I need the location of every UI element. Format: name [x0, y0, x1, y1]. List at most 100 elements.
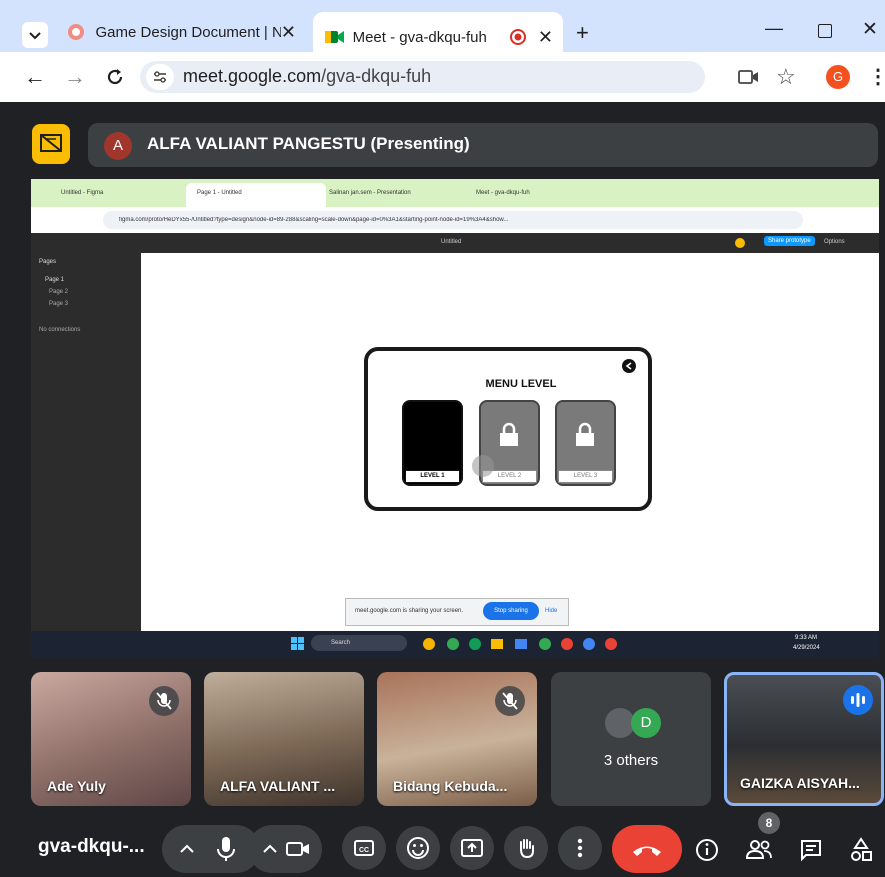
- minimize-button[interactable]: —: [765, 18, 783, 39]
- participant-tile-active[interactable]: GAIZKA AISYAH...: [724, 672, 884, 806]
- lock-icon: [576, 422, 594, 446]
- present-icon: [40, 134, 62, 152]
- participant-tile[interactable]: Ade Yuly: [31, 672, 191, 806]
- chevron-down-icon: [29, 32, 41, 40]
- shared-tab-3: Salinan jan.sem - Presentation: [329, 190, 411, 196]
- figma-sidebar: [31, 253, 141, 631]
- participant-name: ALFA VALIANT ...: [220, 778, 336, 794]
- taskbar-date: 4/29/2024: [793, 645, 820, 651]
- participant-name: Bidang Kebuda...: [393, 778, 508, 794]
- taskbar-time: 9:33 AM: [795, 635, 818, 641]
- close-icon[interactable]: ✕: [281, 22, 296, 43]
- people-count-badge: 8: [758, 812, 780, 834]
- info-icon[interactable]: [694, 837, 720, 863]
- tab-search-button[interactable]: [22, 22, 48, 48]
- site-info-icon[interactable]: [146, 64, 174, 90]
- figma-page-2: Page 2: [49, 289, 69, 295]
- stop-presenting-button[interactable]: [32, 124, 70, 164]
- lock-icon: [500, 422, 518, 446]
- figma-share-button: Share prototype: [764, 236, 815, 246]
- others-count: 3 others: [603, 752, 659, 769]
- sharing-notice-text: meet.google.com is sharing your screen.: [355, 608, 464, 614]
- mic-control: [162, 825, 260, 873]
- people-icon[interactable]: [744, 836, 774, 864]
- shared-url: figma.com/proto/HeDYx55-/Untitled?type=d…: [119, 217, 509, 223]
- speaking-indicator-icon: [843, 685, 873, 715]
- participant-name: GAIZKA AISYAH...: [740, 775, 860, 791]
- mic-off-icon: [495, 686, 525, 716]
- taskbar-search: [311, 635, 407, 651]
- figma-options: Options: [824, 239, 845, 245]
- taskbar-app-icons: [423, 638, 617, 650]
- back-arrow-icon: [622, 359, 636, 373]
- figma-file-title: Untitled: [441, 239, 462, 245]
- shared-tab-4: Meet - gva-dkqu-fuh: [476, 190, 530, 196]
- shared-tab-1: Untitled - Figma: [61, 190, 104, 196]
- level-3-label: LEVEL 3: [558, 470, 613, 483]
- taskbar-search-label: Search: [331, 640, 351, 646]
- figma-user-avatar: [735, 238, 745, 248]
- figma-page-1: Page 1: [45, 277, 65, 283]
- camera-control: [248, 825, 322, 873]
- microphone-icon[interactable]: [204, 827, 248, 871]
- participant-tile[interactable]: ALFA VALIANT ...: [204, 672, 364, 806]
- shared-screen: Untitled - Figma Page 1 - Untitled Salin…: [31, 179, 879, 657]
- present-screen-icon: [461, 839, 483, 857]
- url-text: meet.google.com/gva-dkqu-fuh: [183, 66, 432, 86]
- more-vert-icon: [577, 838, 583, 858]
- svg-text:CC: CC: [359, 847, 369, 854]
- tab-game-design-document[interactable]: Game Design Document | Nucli ✕: [66, 12, 306, 52]
- emoji-icon: [407, 837, 429, 859]
- shared-tab-strip: [31, 179, 879, 207]
- presenter-avatar: A: [104, 132, 132, 160]
- new-tab-button[interactable]: +: [576, 20, 589, 46]
- menu-level-title: MENU LEVEL: [485, 378, 557, 390]
- tab-title: Game Design Document | Nucli: [95, 23, 281, 41]
- camera-permission-icon[interactable]: [738, 68, 760, 86]
- hand-icon: [520, 839, 534, 859]
- bookmark-star-icon[interactable]: ☆: [776, 64, 796, 90]
- nuclino-icon: [68, 24, 84, 40]
- chevron-up-icon[interactable]: [174, 837, 200, 861]
- recording-icon: [510, 29, 526, 45]
- leave-call-button[interactable]: [612, 825, 682, 873]
- captions-button[interactable]: CC: [342, 826, 386, 870]
- raise-hand-button[interactable]: [504, 826, 548, 870]
- figma-page-3: Page 3: [49, 301, 69, 307]
- others-tile[interactable]: D 3 others: [551, 672, 711, 806]
- back-button[interactable]: ←: [24, 64, 46, 90]
- chat-icon[interactable]: [798, 837, 824, 863]
- cursor-highlight: [472, 455, 494, 477]
- participant-tile[interactable]: Bidang Kebuda...: [377, 672, 537, 806]
- figma-pages-title: Pages: [39, 259, 57, 265]
- participant-name: Ade Yuly: [47, 778, 106, 794]
- chevron-up-icon[interactable]: [257, 837, 283, 861]
- window-close-button[interactable]: ✕: [862, 18, 878, 41]
- figma-flows: No connections: [39, 327, 81, 333]
- maximize-button[interactable]: [818, 24, 832, 38]
- forward-button[interactable]: →: [64, 64, 86, 90]
- tab-title: Meet - gva-dkqu-fuh: [352, 28, 487, 46]
- hide-link: Hide: [545, 608, 558, 614]
- reload-icon[interactable]: [104, 66, 126, 88]
- stop-sharing-button: Stop sharing: [483, 602, 539, 620]
- profile-avatar[interactable]: G: [826, 65, 850, 89]
- mic-off-icon: [149, 686, 179, 716]
- more-options-button[interactable]: [558, 826, 602, 870]
- taskbar-apps: [421, 636, 633, 652]
- avatar: D: [631, 708, 661, 738]
- closed-captions-icon: CC: [354, 840, 374, 856]
- shared-tab-2: Page 1 - Untitled: [197, 190, 242, 196]
- present-button[interactable]: [450, 826, 494, 870]
- reactions-button[interactable]: [396, 826, 440, 870]
- more-menu-icon[interactable]: ⋮: [868, 64, 885, 89]
- camera-icon[interactable]: [283, 834, 313, 864]
- close-icon[interactable]: ✕: [538, 27, 553, 48]
- meeting-code: gva-dkqu-...: [38, 836, 145, 857]
- presenter-label: ALFA VALIANT PANGESTU (Presenting): [147, 134, 470, 153]
- level-1-label: LEVEL 1: [405, 470, 460, 483]
- windows-start-icon: [291, 637, 304, 650]
- end-call-icon: [633, 846, 661, 856]
- google-meet-icon: [325, 31, 344, 43]
- activities-icon[interactable]: [848, 836, 874, 864]
